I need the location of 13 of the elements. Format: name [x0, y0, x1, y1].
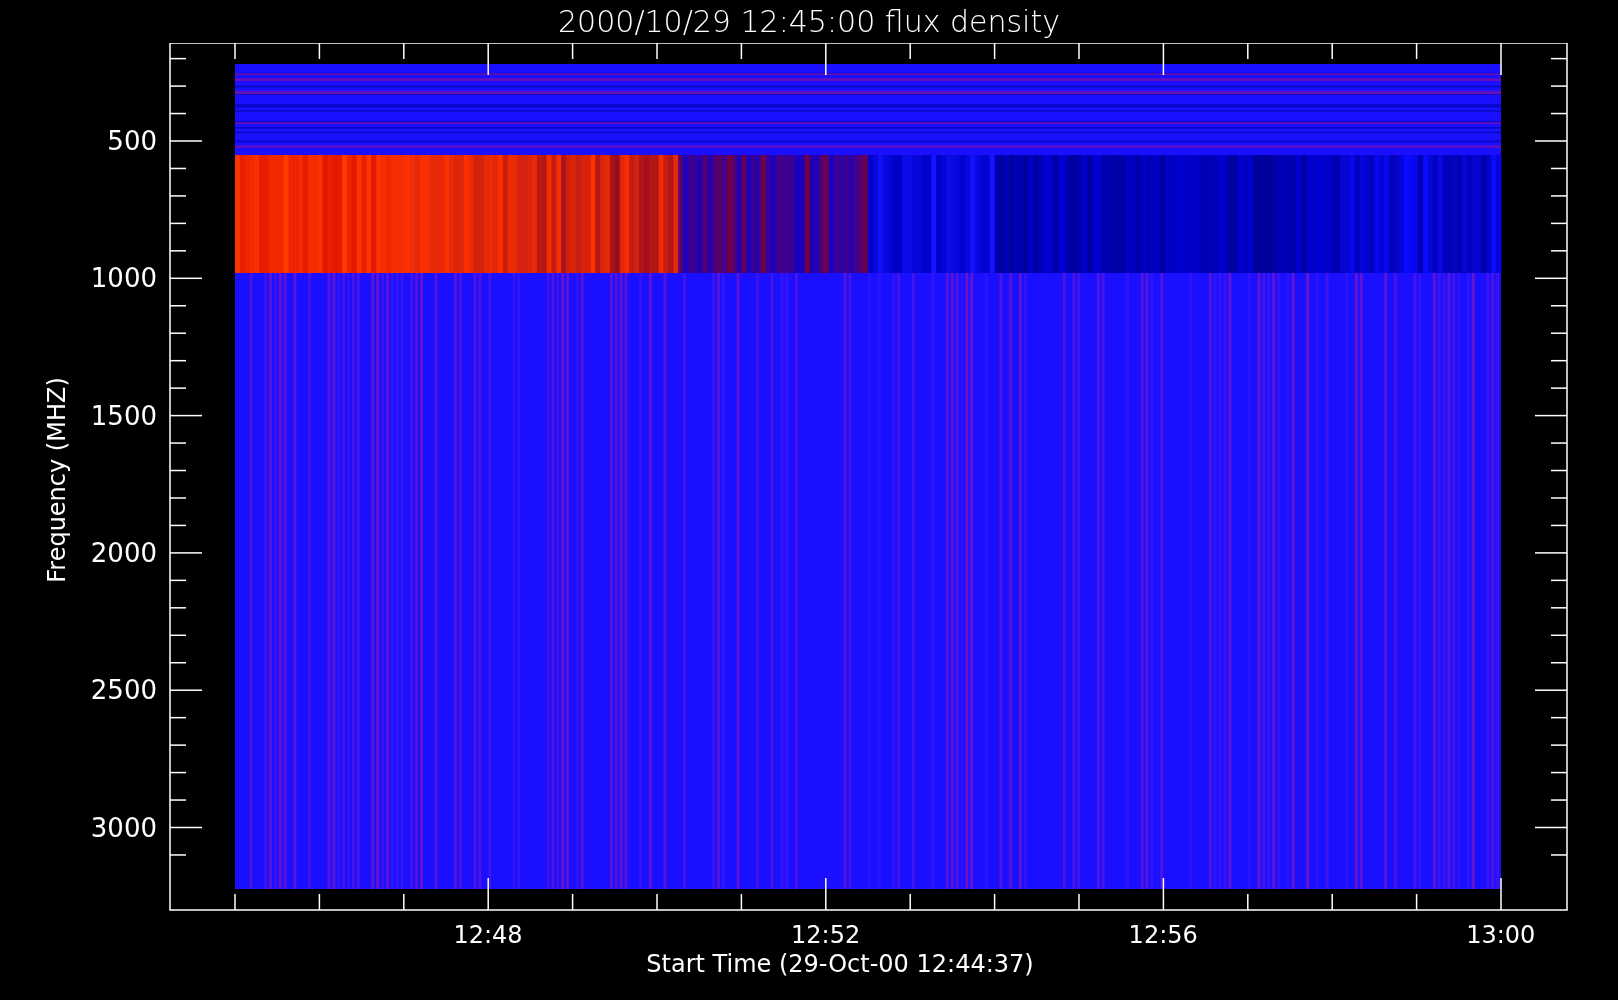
y-tick-label: 1000 [90, 263, 157, 294]
y-tick-label: 500 [107, 126, 157, 156]
y-axis-label: Frequency (MHZ) [43, 377, 71, 583]
y-tick-label: 3000 [90, 812, 157, 843]
x-axis-label: Start Time (29-Oct-00 12:44:37) [646, 950, 1034, 978]
x-tick-label: 12:48 [453, 921, 523, 948]
x-tick-label: 13:00 [1466, 921, 1536, 948]
y-tick-label: 2000 [90, 537, 157, 568]
x-tick-label: 12:52 [791, 921, 861, 948]
y-tick-label: 2500 [90, 675, 157, 706]
y-tick-label: 1500 [90, 400, 157, 431]
x-tick-label: 12:56 [1128, 921, 1198, 948]
plot-title: 2000/10/29 12:45:00 flux density [558, 3, 1060, 41]
